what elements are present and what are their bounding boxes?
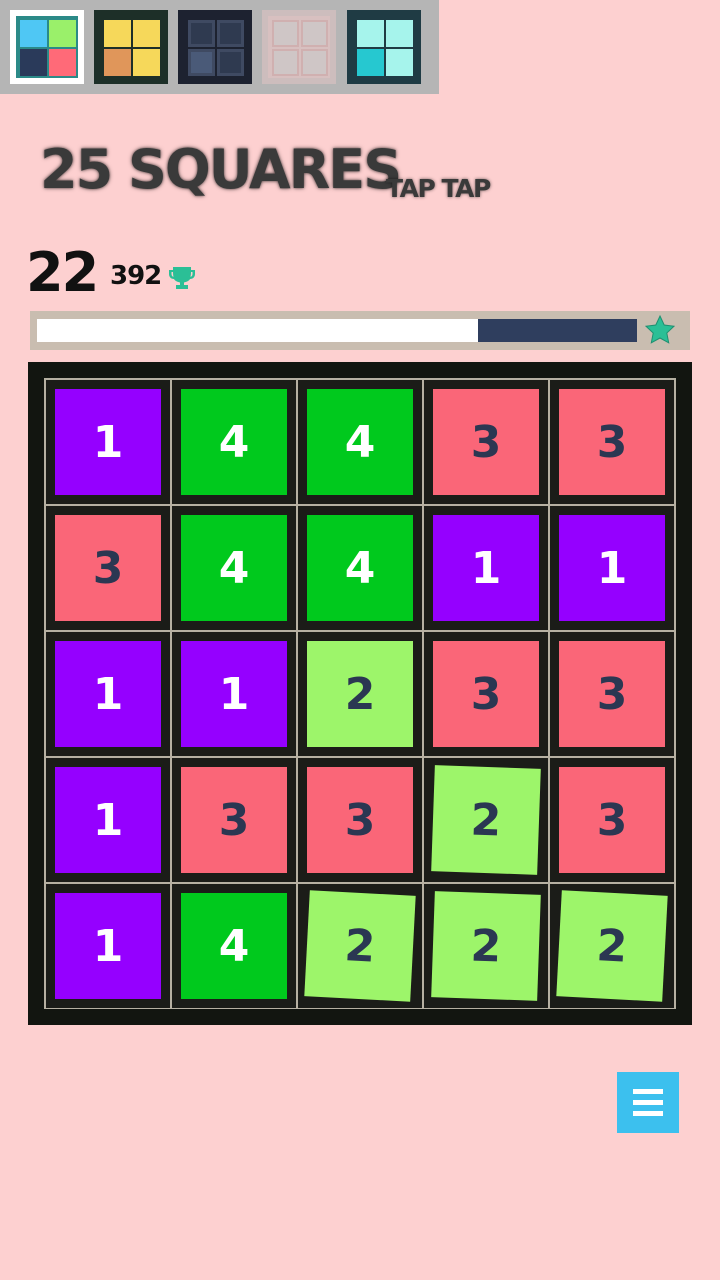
board-cell: 1 [550, 506, 674, 630]
number-tile[interactable]: 3 [55, 515, 161, 621]
number-tile[interactable]: 3 [559, 389, 665, 495]
board-cell: 3 [46, 506, 170, 630]
number-tile[interactable]: 3 [307, 767, 413, 873]
progress-remaining [37, 319, 637, 342]
theme-swatch [49, 49, 76, 76]
theme-preview [184, 16, 246, 78]
board-cell: 4 [298, 380, 422, 504]
board-cell: 1 [46, 632, 170, 756]
hamburger-menu-icon [633, 1089, 663, 1094]
board-cell: 1 [424, 506, 548, 630]
theme-swatch [104, 20, 131, 47]
game-subtitle: TAP TAP [386, 174, 491, 203]
number-tile[interactable]: 4 [307, 389, 413, 495]
theme-swatch [217, 20, 244, 47]
theme-cyan-button[interactable] [347, 10, 421, 84]
board-cell: 2 [424, 884, 548, 1008]
theme-preview [268, 16, 330, 78]
number-tile[interactable]: 1 [181, 641, 287, 747]
number-tile[interactable]: 3 [181, 767, 287, 873]
theme-swatch [357, 49, 384, 76]
game-title: 25 SQUARES [40, 138, 402, 201]
tile-grid: 1443334411112331332314222 [44, 378, 676, 1009]
number-tile[interactable]: 1 [433, 515, 539, 621]
board-cell: 4 [172, 380, 296, 504]
number-tile[interactable]: 1 [55, 389, 161, 495]
board-cell: 4 [298, 506, 422, 630]
number-tile[interactable]: 1 [55, 767, 161, 873]
board-cell: 3 [550, 758, 674, 882]
board-cell: 1 [46, 758, 170, 882]
number-tile[interactable]: 3 [433, 389, 539, 495]
theme-yellow-button[interactable] [94, 10, 168, 84]
number-tile[interactable]: 2 [307, 641, 413, 747]
board-cell: 3 [298, 758, 422, 882]
current-score: 22 [26, 241, 99, 304]
theme-multicolor-button[interactable] [10, 10, 84, 84]
number-tile[interactable]: 4 [307, 515, 413, 621]
theme-swatch [20, 49, 47, 76]
number-tile[interactable]: 1 [559, 515, 665, 621]
board-cell: 2 [298, 884, 422, 1008]
number-tile[interactable]: 3 [433, 641, 539, 747]
number-tile[interactable]: 2 [431, 891, 541, 1001]
theme-swatch [272, 49, 299, 76]
progress-bar [30, 311, 690, 350]
theme-faded-button[interactable] [262, 10, 336, 84]
board-cell: 3 [172, 758, 296, 882]
trophy-icon [169, 267, 195, 289]
theme-preview [100, 16, 162, 78]
number-tile[interactable]: 3 [559, 767, 665, 873]
number-tile[interactable]: 1 [55, 893, 161, 999]
theme-swatch [20, 20, 47, 47]
number-tile[interactable]: 4 [181, 893, 287, 999]
theme-swatch [272, 20, 299, 47]
theme-swatch [104, 49, 131, 76]
theme-swatch [188, 20, 215, 47]
number-tile[interactable]: 3 [559, 641, 665, 747]
number-tile[interactable]: 2 [556, 890, 668, 1002]
board-cell: 3 [550, 380, 674, 504]
theme-selector-bar [0, 0, 439, 94]
theme-swatch [133, 49, 160, 76]
number-tile[interactable]: 1 [55, 641, 161, 747]
star-icon [644, 314, 676, 344]
theme-swatch [301, 20, 328, 47]
progress-fill [37, 319, 478, 342]
number-tile[interactable]: 4 [181, 389, 287, 495]
theme-swatch [357, 20, 384, 47]
number-tile[interactable]: 2 [431, 765, 541, 875]
board-cell: 4 [172, 506, 296, 630]
board-cell: 3 [550, 632, 674, 756]
theme-swatch [386, 49, 413, 76]
board-cell: 1 [46, 380, 170, 504]
board-cell: 1 [172, 632, 296, 756]
board-cell: 4 [172, 884, 296, 1008]
board-cell: 3 [424, 380, 548, 504]
theme-swatch [217, 49, 244, 76]
board-cell: 2 [298, 632, 422, 756]
theme-swatch [301, 49, 328, 76]
board-cell: 2 [424, 758, 548, 882]
menu-button[interactable] [617, 1072, 679, 1133]
game-board: 1443334411112331332314222 [28, 362, 692, 1025]
theme-preview [353, 16, 415, 78]
theme-swatch [49, 20, 76, 47]
theme-dark-button[interactable] [178, 10, 252, 84]
theme-swatch [386, 20, 413, 47]
number-tile[interactable]: 4 [181, 515, 287, 621]
theme-swatch [188, 49, 215, 76]
board-cell: 2 [550, 884, 674, 1008]
number-tile[interactable]: 2 [304, 890, 416, 1002]
theme-swatch [133, 20, 160, 47]
board-cell: 3 [424, 632, 548, 756]
best-score: 392 [110, 261, 162, 291]
board-cell: 1 [46, 884, 170, 1008]
theme-preview [16, 16, 78, 78]
